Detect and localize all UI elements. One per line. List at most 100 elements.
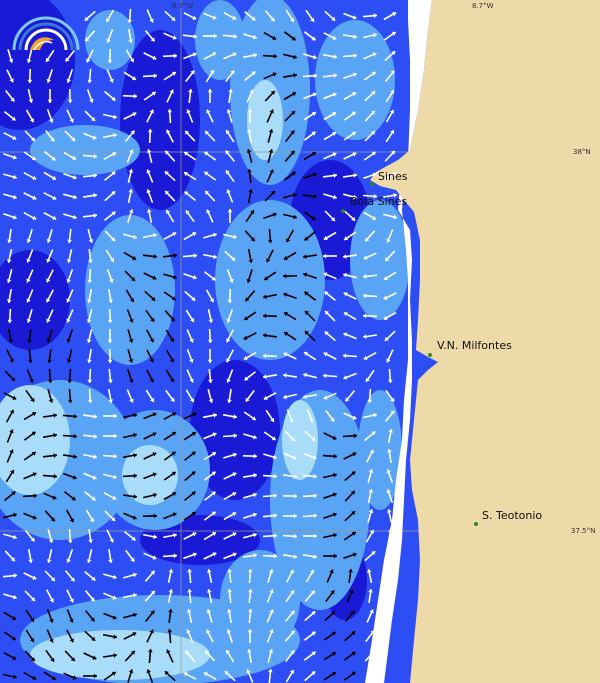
current-arrow	[262, 533, 278, 539]
current-arrow	[104, 170, 116, 182]
current-arrow	[183, 151, 197, 161]
current-arrow	[242, 553, 258, 558]
current-arrow	[343, 152, 357, 160]
current-arrow	[203, 471, 217, 481]
current-arrow	[386, 469, 394, 483]
current-arrow	[244, 10, 256, 22]
current-arrow	[223, 11, 237, 21]
current-arrow	[324, 290, 336, 302]
current-arrow	[267, 648, 274, 664]
current-arrow	[26, 249, 34, 263]
current-arrow	[143, 432, 157, 440]
current-arrow	[126, 309, 134, 323]
current-arrow	[224, 670, 236, 682]
current-arrow	[206, 589, 213, 603]
current-arrow	[143, 452, 157, 460]
current-arrow	[165, 369, 175, 383]
current-arrow	[223, 552, 237, 560]
current-arrow	[324, 310, 336, 322]
current-arrow	[343, 671, 357, 681]
current-arrow	[263, 391, 277, 401]
current-arrow	[167, 569, 174, 583]
current-arrow	[343, 311, 357, 321]
current-arrow	[145, 309, 155, 323]
current-arrow	[126, 149, 134, 163]
current-arrow	[3, 173, 17, 180]
current-arrow	[107, 329, 113, 343]
current-arrow	[65, 509, 75, 523]
current-arrow	[84, 30, 96, 42]
current-arrow	[324, 610, 336, 622]
current-arrow	[46, 609, 54, 623]
current-arrow	[202, 33, 218, 39]
current-arrow	[263, 31, 277, 41]
current-arrow	[143, 472, 157, 480]
current-arrow	[226, 369, 234, 383]
current-arrow	[26, 269, 34, 283]
current-arrow	[162, 53, 178, 59]
current-arrow	[304, 330, 316, 342]
current-arrow	[3, 533, 17, 540]
current-arrow	[263, 271, 277, 281]
current-arrow	[67, 88, 73, 104]
current-arrow	[82, 153, 98, 159]
current-arrow	[184, 290, 196, 302]
current-arrow	[83, 472, 97, 480]
current-arrow	[362, 13, 378, 19]
current-arrow	[183, 412, 197, 420]
current-arrow	[23, 411, 37, 421]
current-arrow	[363, 252, 377, 260]
current-arrow	[306, 409, 314, 423]
current-arrow	[6, 69, 14, 83]
current-arrow	[383, 11, 397, 21]
current-arrow	[186, 349, 194, 363]
current-arrow	[203, 432, 217, 440]
current-arrow	[163, 431, 177, 441]
current-arrow	[143, 91, 157, 101]
current-arrow	[247, 568, 253, 584]
current-arrow	[123, 512, 137, 520]
current-arrow	[302, 254, 318, 259]
current-arrow	[247, 168, 252, 184]
current-arrow	[224, 250, 236, 262]
current-arrow	[303, 291, 317, 301]
current-arrow	[203, 171, 217, 181]
current-arrow	[246, 669, 254, 683]
current-arrow	[143, 412, 157, 420]
current-arrow	[125, 49, 135, 63]
current-arrow	[122, 453, 138, 459]
current-arrow	[362, 293, 378, 299]
current-arrow	[63, 213, 77, 220]
current-arrow	[183, 672, 197, 680]
place-label-teotonio: S. Teotonio	[482, 509, 543, 522]
current-arrow	[204, 190, 216, 202]
current-arrow	[283, 31, 297, 41]
current-arrow	[262, 473, 278, 479]
current-arrow	[185, 70, 195, 82]
current-arrow	[165, 329, 175, 343]
current-arrow	[184, 190, 196, 202]
current-arrow	[343, 12, 357, 20]
current-arrow	[3, 212, 17, 220]
current-arrow	[166, 649, 174, 663]
current-arrow	[64, 570, 76, 582]
current-arrow	[226, 109, 233, 123]
current-arrow	[182, 34, 198, 39]
current-arrow	[343, 231, 357, 241]
current-arrow	[207, 88, 213, 104]
current-arrow	[6, 288, 13, 304]
current-arrow	[204, 650, 216, 662]
current-arrow	[142, 254, 158, 259]
current-arrow	[45, 130, 55, 142]
current-arrow	[84, 490, 96, 502]
current-arrow	[323, 553, 337, 559]
current-arrow	[5, 90, 15, 102]
current-arrow	[66, 109, 74, 123]
current-arrow	[223, 511, 237, 521]
current-arrow	[44, 570, 56, 582]
current-arrow	[82, 414, 98, 419]
current-arrow	[325, 409, 335, 423]
current-arrow	[283, 331, 297, 341]
current-arrow	[202, 253, 218, 260]
current-arrow	[343, 91, 357, 101]
